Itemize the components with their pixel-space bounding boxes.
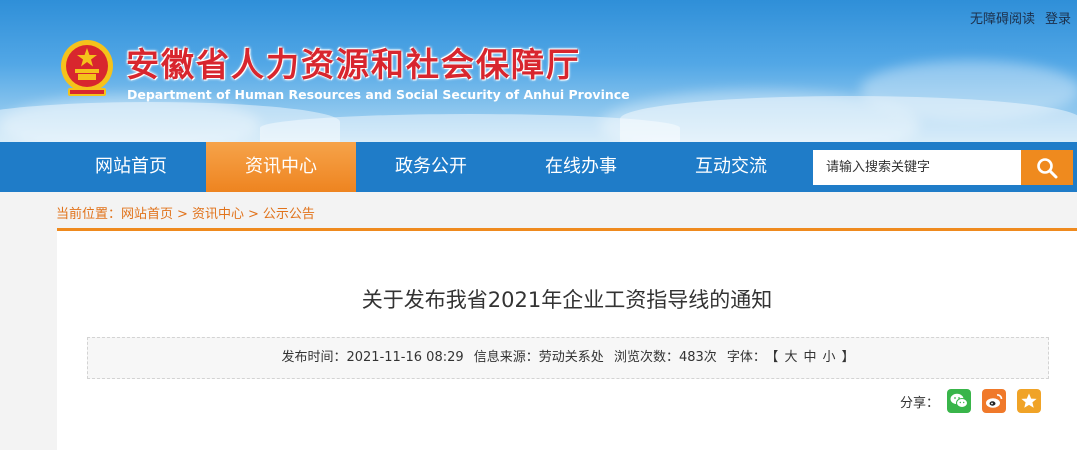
article-panel: 关于发布我省2021年企业工资指导线的通知 发布时间：2021-11-16 08… [57,228,1077,450]
weibo-icon [986,394,1003,408]
search-icon [1037,157,1058,178]
breadcrumb: 当前位置：网站首页 > 资讯中心 > 公示公告 [56,203,315,222]
breadcrumb-separator: > [177,207,188,222]
nav-item-public-affairs[interactable]: 政务公开 [356,142,506,192]
accessibility-link[interactable]: 无障碍阅读 [970,12,1035,27]
share-wechat-button[interactable] [947,389,972,413]
breadcrumb-item-announcements[interactable]: 公示公告 [263,207,315,222]
font-size-small-button[interactable]: 小 [822,350,835,365]
nav-item-interaction[interactable]: 互动交流 [656,142,806,192]
share-bar: 分享： [900,387,1042,415]
share-weibo-button[interactable] [982,389,1007,413]
font-bracket-close: 】 [841,350,855,365]
share-favorite-button[interactable] [1017,389,1042,413]
info-source: 信息来源：劳动关系处 [473,350,604,365]
search-button[interactable] [1021,150,1073,185]
site-subtitle: Department of Human Resources and Social… [127,87,630,102]
breadcrumb-item-news[interactable]: 资讯中心 [192,207,244,222]
font-size-label: 字体： [726,350,766,365]
share-label: 分享： [900,395,940,411]
breadcrumb-item-home[interactable]: 网站首页 [121,207,173,222]
publish-time: 发布时间：2021-11-16 08:29 [281,350,464,365]
view-count: 浏览次数：483次 [613,350,717,365]
login-link[interactable]: 登录 [1045,12,1071,27]
font-size-large-button[interactable]: 大 [784,350,797,365]
nav-item-news[interactable]: 资讯中心 [206,142,356,192]
article-title: 关于发布我省2021年企业工资指导线的通知 [361,288,773,312]
search-input[interactable] [813,150,1023,185]
top-links: 无障碍阅读 登录 [960,8,1071,27]
site-title: 安徽省人力资源和社会保障厅 [126,45,581,84]
star-icon [1021,393,1037,408]
header-banner: 安徽省人力资源和社会保障厅 Department of Human Resour… [0,0,1077,142]
breadcrumb-prefix: 当前位置： [56,207,122,222]
article-meta: 发布时间：2021-11-16 08:29 信息来源：劳动关系处 浏览次数：48… [87,337,1049,379]
wechat-icon [950,393,969,408]
font-bracket-open: 【 [771,350,779,365]
national-emblem-icon [61,40,113,96]
font-size-medium-button[interactable]: 中 [803,350,816,365]
main-nav: 网站首页 资讯中心 政务公开 在线办事 互动交流 [0,142,1077,192]
page: 安徽省人力资源和社会保障厅 Department of Human Resour… [0,0,1077,450]
nav-item-online-services[interactable]: 在线办事 [506,142,656,192]
breadcrumb-separator: > [247,207,259,222]
search-box [813,150,1073,185]
nav-item-home[interactable]: 网站首页 [56,142,206,192]
